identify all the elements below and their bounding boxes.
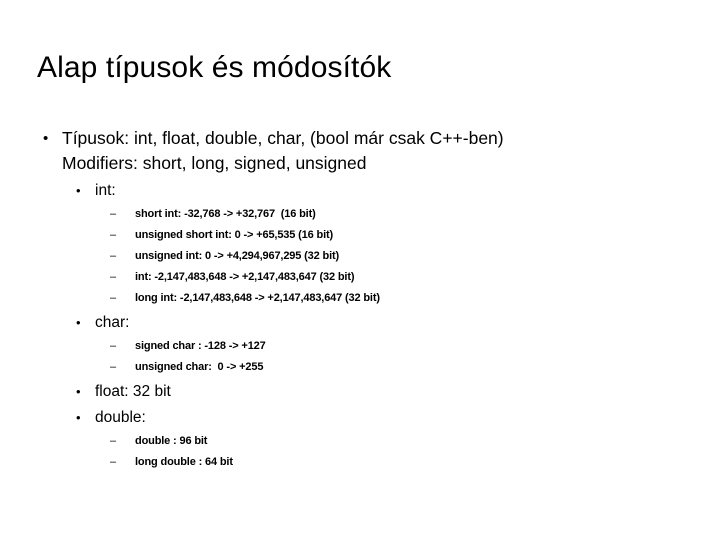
list-item-level3: – signed char : -128 -> +127: [0, 337, 720, 355]
list-item-label: signed char : -128 -> +127: [135, 340, 266, 352]
bullet-dash-icon: –: [110, 340, 117, 352]
list-item-label: Típusok: int, float, double, char, (bool…: [62, 128, 504, 148]
list-item-label: Modifiers: short, long, signed, unsigned: [62, 153, 367, 173]
bullet-dash-icon: –: [110, 250, 117, 262]
bullet-dash-icon: –: [110, 435, 117, 447]
bullet-dash-icon: –: [110, 456, 117, 468]
list-group-float: • float: 32 bit: [0, 381, 720, 403]
list-item-label: char:: [95, 314, 130, 331]
list-item-label: unsigned int: 0 -> +4,294,967,295 (32 bi…: [135, 250, 340, 262]
bullet-dash-icon: –: [110, 208, 117, 220]
list-item-level2: • char:: [0, 312, 720, 334]
list-item-label: short int: -32,768 -> +32,767 (16 bit): [135, 208, 316, 220]
bullet-dash-icon: –: [110, 361, 117, 373]
page-title: Alap típusok és módosítók: [37, 51, 392, 84]
slide-body: • Típusok: int, float, double, char, (bo…: [0, 126, 720, 471]
list-item-level1: • Típusok: int, float, double, char, (bo…: [0, 126, 720, 151]
list-item-level3: – long int: -2,147,483,648 -> +2,147,483…: [0, 289, 720, 307]
list-item-level2: • float: 32 bit: [0, 381, 720, 403]
bullet-dot-icon: •: [76, 315, 81, 330]
list-item-label: double:: [95, 409, 146, 426]
list-group-double: • double: – double : 96 bit – long doubl…: [0, 407, 720, 471]
bullet-dash-icon: –: [110, 229, 117, 241]
list-item-label: double : 96 bit: [135, 435, 208, 447]
bullet-dot-icon: •: [76, 183, 81, 198]
slide-canvas: Alap típusok és módosítók • Típusok: int…: [0, 0, 720, 540]
bullet-dash-icon: –: [110, 271, 117, 283]
list-item-label: long double : 64 bit: [135, 456, 233, 468]
list-item-level3: – unsigned int: 0 -> +4,294,967,295 (32 …: [0, 247, 720, 265]
bullet-dot-icon: •: [76, 384, 81, 399]
list-item-level3: – unsigned char: 0 -> +255: [0, 358, 720, 376]
list-item-label: int:: [95, 182, 116, 199]
list-item-level3: – short int: -32,768 -> +32,767 (16 bit): [0, 205, 720, 223]
list-item-level2: • double:: [0, 407, 720, 429]
list-item-label: float: 32 bit: [95, 383, 171, 400]
list-item-level1-continuation: Modifiers: short, long, signed, unsigned: [0, 151, 720, 176]
bullet-dash-icon: –: [110, 292, 117, 304]
bullet-dot-icon: •: [76, 410, 81, 425]
list-item-label: unsigned short int: 0 -> +65,535 (16 bit…: [135, 229, 334, 241]
list-item-level3: – int: -2,147,483,648 -> +2,147,483,647 …: [0, 268, 720, 286]
list-item-label: unsigned char: 0 -> +255: [135, 361, 264, 373]
list-group-char: • char: – signed char : -128 -> +127 – u…: [0, 312, 720, 376]
list-item-level3: – unsigned short int: 0 -> +65,535 (16 b…: [0, 226, 720, 244]
list-group-int: • int: – short int: -32,768 -> +32,767 (…: [0, 180, 720, 307]
list-item-label: long int: -2,147,483,648 -> +2,147,483,6…: [135, 292, 380, 304]
bullet-dot-icon: •: [43, 130, 49, 147]
list-item-level2: • int:: [0, 180, 720, 202]
list-item-label: int: -2,147,483,648 -> +2,147,483,647 (3…: [135, 271, 355, 283]
list-item-level3: – double : 96 bit: [0, 432, 720, 450]
list-item-level3: – long double : 64 bit: [0, 453, 720, 471]
